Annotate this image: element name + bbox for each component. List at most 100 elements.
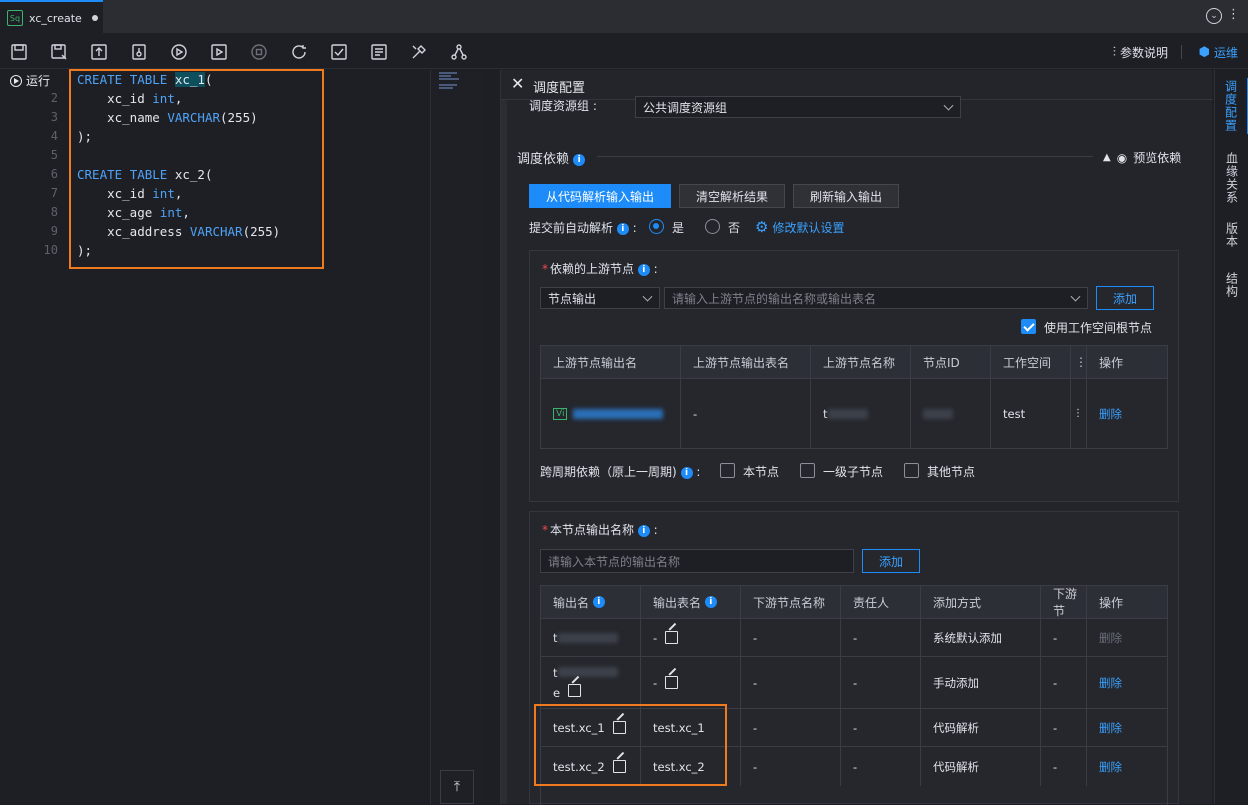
table-cell: 代码解析	[921, 708, 1041, 746]
parse-from-code-button[interactable]: 从代码解析输入输出	[529, 184, 671, 208]
cross-cycle-self-checkbox[interactable]	[720, 463, 735, 478]
delete-link[interactable]: 删除	[1087, 708, 1167, 746]
lock-icon[interactable]	[130, 43, 148, 61]
line-number: 9	[50, 224, 58, 238]
tools-icon[interactable]	[410, 43, 428, 61]
minimap-line	[439, 87, 453, 89]
gear-icon: ⚙	[755, 218, 769, 236]
graph-icon[interactable]	[450, 43, 468, 61]
play-icon	[10, 74, 22, 87]
auto-parse-yes-radio[interactable]	[649, 219, 664, 234]
rail-tab-schedule-config[interactable]: 调度配置	[1215, 78, 1248, 134]
cross-cycle-label: 跨周期依赖（原上一周期) i :	[540, 465, 701, 479]
rail-tab-version[interactable]: 版本	[1215, 220, 1248, 250]
run-line-button[interactable]: 运行	[10, 72, 50, 89]
table-cell: t e	[541, 656, 641, 708]
more-icon[interactable]: ⋮	[1227, 8, 1240, 22]
save-as-icon[interactable]	[50, 43, 68, 61]
upstream-card: * 依赖的上游节点 i : 节点输出 请输入上游节点的输出名称或输出表名 添加 使…	[529, 250, 1179, 502]
rail-tab-structure[interactable]: 结构	[1215, 270, 1248, 300]
sliders-icon: ⫶	[1112, 45, 1116, 60]
params-help-button[interactable]: ⫶ 参数说明	[1113, 44, 1168, 61]
edit-icon[interactable]	[568, 683, 582, 697]
ops-button[interactable]: ⬢ 运维	[1199, 44, 1238, 61]
node-type-badge: Vi	[553, 407, 568, 420]
edit-icon[interactable]	[665, 676, 679, 689]
upstream-type-select[interactable]: 节点输出	[540, 287, 660, 309]
tab-xc-create[interactable]: Sq xc_create	[0, 0, 103, 34]
table-cell: 代码解析	[921, 746, 1041, 786]
table-header: 上游节点输出名	[541, 346, 681, 378]
toolbar: ⫶ 参数说明 ⬢ 运维	[0, 35, 1248, 69]
minimap-line	[439, 75, 451, 77]
rail-tab-lineage[interactable]: 血缘关系	[1215, 150, 1248, 206]
highlight-box	[534, 704, 727, 786]
output-name-input[interactable]: 请输入本节点的输出名称	[540, 549, 854, 573]
reload-icon[interactable]	[290, 43, 308, 61]
table-cell: ⋮	[1071, 378, 1087, 448]
info-icon: i	[637, 524, 650, 537]
table-cell: -	[1041, 618, 1087, 656]
minimap[interactable]	[430, 70, 485, 804]
table-header: 工作空间	[991, 346, 1071, 378]
scrollbar[interactable]	[501, 100, 507, 804]
table-cell: Vi	[541, 378, 681, 448]
delete-link[interactable]: 删除	[1087, 656, 1167, 708]
table-cell: -	[681, 378, 811, 448]
check-icon[interactable]	[330, 43, 348, 61]
upstream-add-button[interactable]: 添加	[1096, 286, 1154, 310]
table-cell: 系统默认添加	[921, 618, 1041, 656]
output-add-button[interactable]: 添加	[862, 549, 920, 573]
schedule-config-panel: ✕ 调度配置 调度资源组 : 公共调度资源组 调度依赖 i ▲ ◉ 预览依赖 从…	[500, 70, 1213, 805]
arrow-up-icon: ⤒	[453, 779, 461, 795]
table-cell: -	[841, 708, 921, 746]
run-icon[interactable]	[170, 43, 188, 61]
resource-group-select[interactable]: 公共调度资源组	[635, 96, 961, 118]
stop-icon[interactable]	[250, 43, 268, 61]
auto-parse-label: 提交前自动解析 i :	[529, 221, 637, 235]
output-title: * 本节点输出名称 i :	[542, 523, 658, 537]
table-header: 操作	[1087, 346, 1167, 378]
section-title: 调度依赖 i	[517, 148, 586, 167]
edit-icon[interactable]	[665, 631, 679, 644]
chevron-down-icon	[642, 291, 653, 302]
option-label: 本节点	[743, 465, 780, 479]
use-root-checkbox[interactable]	[1021, 319, 1036, 334]
unsaved-dot-icon	[91, 15, 98, 21]
modify-default-link[interactable]: ⚙ 修改默认设置	[755, 218, 844, 236]
submit-icon[interactable]	[90, 43, 108, 61]
run-params-icon[interactable]	[210, 43, 228, 61]
table-cell: -	[841, 746, 921, 786]
delete-link[interactable]: 删除	[1087, 378, 1167, 448]
chevron-down-icon[interactable]: ⌄	[1206, 8, 1222, 24]
upstream-search-input[interactable]: 请输入上游节点的输出名称或输出表名	[664, 287, 1088, 309]
close-icon[interactable]: ✕	[511, 76, 524, 92]
no-label: 否	[728, 221, 741, 235]
table-header: ⋮	[1071, 346, 1087, 378]
table-cell: -	[741, 656, 841, 708]
auto-parse-no-radio[interactable]	[705, 219, 720, 234]
info-icon: i	[704, 596, 717, 608]
preview-dependency-button[interactable]: ▲ ◉ 预览依赖	[1103, 149, 1181, 166]
table-header: 下游节	[1041, 586, 1087, 618]
save-icon[interactable]	[10, 43, 28, 61]
table-header: 节点ID	[911, 346, 991, 378]
refresh-io-button[interactable]: 刷新输入输出	[793, 184, 899, 208]
ops-hex-icon: ⬢	[1198, 45, 1210, 60]
table-cell: -	[841, 618, 921, 656]
delete-link[interactable]: 删除	[1087, 746, 1167, 786]
table-cell: -	[1041, 656, 1087, 708]
line-gutter: 运行 2 3 4 5 6 7 8 9 10	[0, 70, 68, 804]
scroll-top-button[interactable]: ⤒	[440, 770, 474, 804]
chevron-down-icon	[1070, 291, 1081, 302]
clear-parse-button[interactable]: 清空解析结果	[679, 184, 785, 208]
table-header: 输出名 i	[541, 586, 641, 618]
delete-link[interactable]: 删除	[1087, 618, 1167, 656]
format-icon[interactable]	[370, 43, 388, 61]
table-cell: -	[741, 618, 841, 656]
cross-cycle-child-checkbox[interactable]	[800, 463, 815, 478]
redacted-text	[827, 408, 868, 419]
cross-cycle-other-checkbox[interactable]	[904, 463, 919, 478]
table-header: 上游节点名称	[811, 346, 911, 378]
tab-bar: Sq xc_create ⌄ ⋮	[0, 0, 1248, 34]
